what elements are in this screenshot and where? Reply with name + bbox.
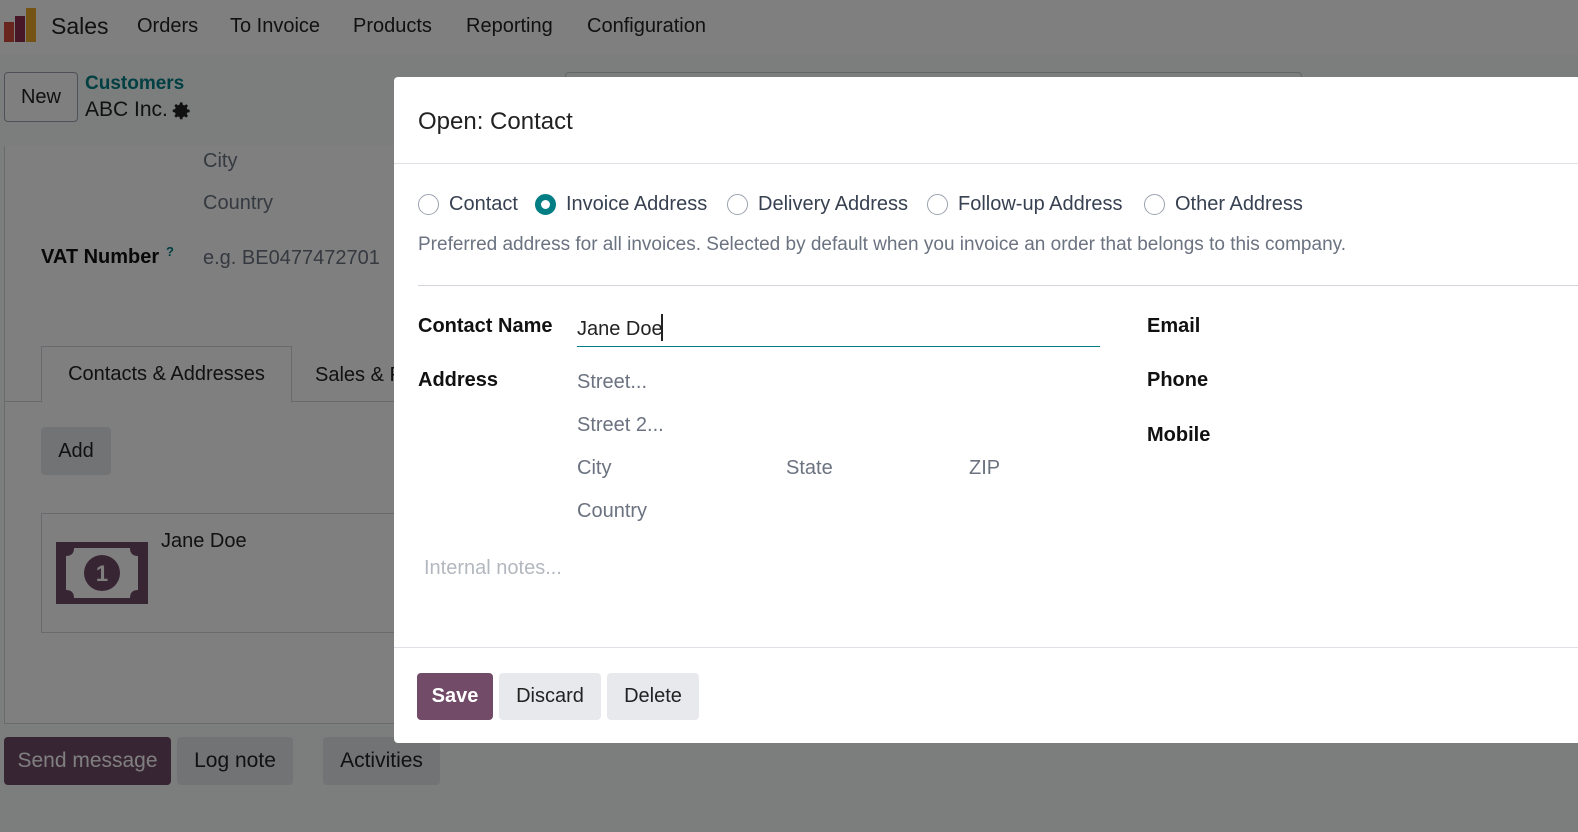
radio-button[interactable] [727, 193, 748, 215]
dialog-header: Open: Contact [394, 77, 1578, 164]
radio-button[interactable] [418, 193, 439, 215]
contact-name-input[interactable] [577, 313, 1100, 347]
separator [418, 285, 1578, 286]
city-input[interactable]: City [577, 457, 611, 480]
radio-button-checked[interactable] [535, 193, 556, 215]
discard-button[interactable]: Discard [499, 673, 601, 720]
phone-label: Phone [1147, 369, 1209, 391]
address-type-help: Preferred address for all invoices. Sele… [418, 234, 1347, 255]
radio-invoice-address[interactable]: Invoice Address [535, 190, 707, 218]
save-button[interactable]: Save [417, 673, 493, 720]
radio-delivery-address[interactable]: Delivery Address [727, 190, 908, 218]
address-label: Address [418, 369, 499, 391]
radio-label: Other Address [1175, 192, 1303, 215]
radio-contact[interactable]: Contact [418, 190, 518, 218]
radio-label: Contact [449, 192, 518, 215]
delete-button[interactable]: Delete [607, 673, 699, 720]
dialog-title: Open: Contact [418, 108, 573, 135]
state-select[interactable]: State [786, 457, 833, 480]
radio-other-address[interactable]: Other Address [1144, 190, 1303, 218]
radio-label: Follow-up Address [958, 192, 1123, 215]
text-cursor [661, 314, 663, 341]
street2-input[interactable]: Street 2... [577, 414, 664, 437]
contact-dialog: Open: Contact Contact Invoice Address De… [394, 77, 1578, 743]
radio-button[interactable] [927, 193, 948, 215]
internal-notes-field[interactable]: Internal notes... [424, 557, 562, 580]
radio-button[interactable] [1144, 193, 1165, 215]
radio-follow-up-address[interactable]: Follow-up Address [927, 190, 1123, 218]
contact-name-label: Contact Name [418, 315, 553, 337]
dialog-footer: Save Discard Delete [394, 647, 1578, 743]
email-label: Email [1147, 315, 1201, 337]
mobile-label: Mobile [1147, 424, 1211, 446]
zip-input[interactable]: ZIP [969, 457, 1000, 480]
country-select[interactable]: Country [577, 500, 647, 523]
radio-label: Delivery Address [758, 192, 909, 215]
radio-label: Invoice Address [566, 192, 708, 215]
street-input[interactable]: Street... [577, 371, 647, 394]
